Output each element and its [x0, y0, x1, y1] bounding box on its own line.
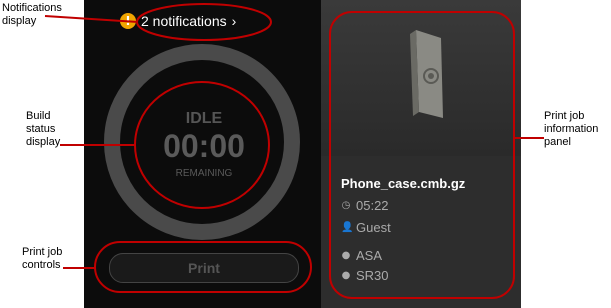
material-row-1: ● ASA [341, 248, 382, 263]
duration-value: 05:22 [356, 198, 389, 213]
build-pane: ! 2 notifications › IDLE 00:00 REMAINING… [84, 0, 321, 308]
duration-row: ◷ 05:22 [341, 198, 389, 213]
print-button[interactable]: Print [109, 253, 299, 283]
material-value: ASA [356, 248, 383, 263]
notifications-text: 2 notifications [141, 13, 227, 29]
callout-label-build-status: Build status display [26, 110, 61, 148]
bullet-icon: ● [341, 250, 351, 261]
material-value: SR30 [356, 268, 389, 283]
clock-icon: ◷ [341, 200, 351, 211]
build-timer: 00:00 [163, 128, 245, 164]
callout-label-job-info: Print job information panel [544, 110, 599, 148]
material-row-2: ● SR30 [341, 268, 389, 283]
job-info-panel: Phone_case.cmb.gz ◷ 05:22 👤 Guest ● ASA … [321, 0, 521, 308]
notifications-display[interactable]: ! 2 notifications › [120, 10, 288, 32]
chevron-right-icon: › [231, 13, 237, 29]
callout-label-print-controls: Print job controls [22, 246, 63, 271]
printer-screen: ! 2 notifications › IDLE 00:00 REMAINING… [84, 0, 521, 308]
build-status: IDLE [185, 110, 223, 127]
person-icon: 👤 [341, 222, 354, 233]
user-row: 👤 Guest [341, 220, 391, 235]
remaining-label: REMAINING [175, 168, 233, 179]
user-value: Guest [356, 220, 391, 235]
warning-icon: ! [120, 13, 136, 29]
phone-case-model-image [410, 30, 443, 118]
model-thumbnail [321, 0, 521, 156]
callout-label-notifications: Notifications display [2, 2, 62, 27]
job-filename: Phone_case.cmb.gz [341, 176, 466, 191]
bullet-icon: ● [341, 270, 351, 281]
